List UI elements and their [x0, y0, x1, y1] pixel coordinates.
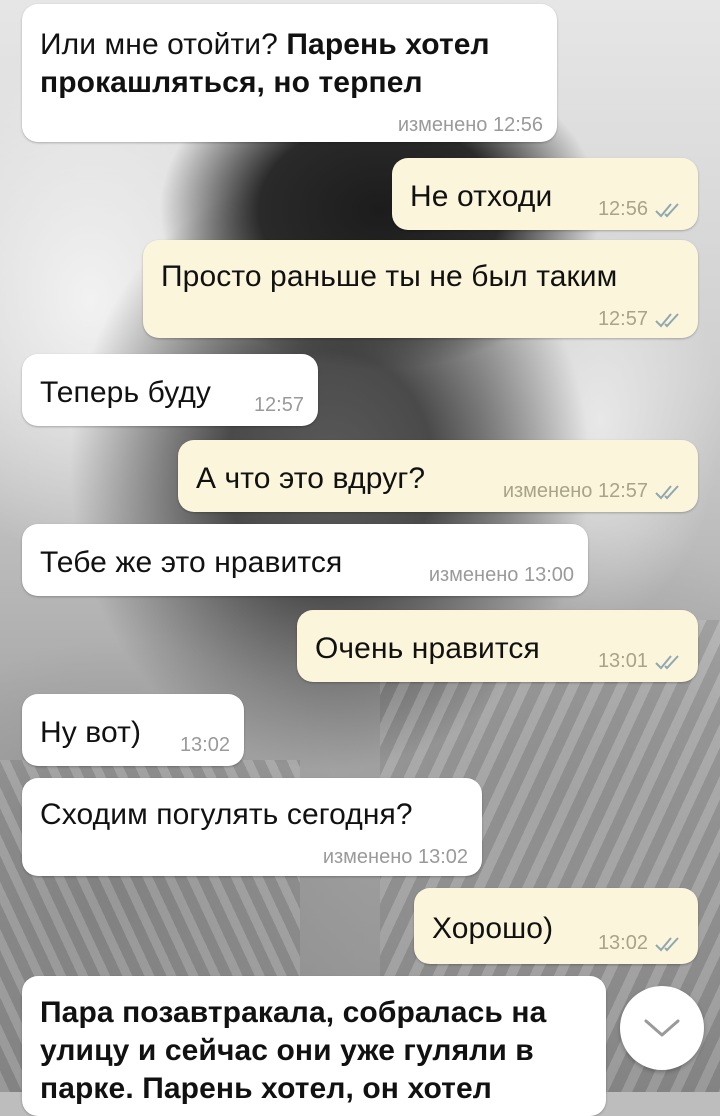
message-text: А что это вдруг? [196, 462, 426, 495]
message-meta: изменено 12:56 [398, 114, 543, 137]
message-bubble-incoming[interactable]: Теперь буду 12:57 [22, 354, 318, 426]
message-bubble-incoming[interactable]: Тебе же это нравится изменено 13:00 [22, 524, 588, 596]
scroll-to-bottom-button[interactable] [620, 986, 704, 1070]
timestamp: 13:02 [597, 932, 648, 954]
message-meta: 12:57 [254, 394, 304, 417]
message-bubble-outgoing[interactable]: Очень нравится 13:01 [297, 610, 698, 682]
message-bubble-incoming[interactable]: Или мне отойти? Парень хотел прокашлятьс… [22, 4, 557, 142]
message-text-plain: Или мне отойти? [40, 28, 287, 61]
message-text: Просто раньше ты не был таким [161, 260, 618, 293]
timestamp: 13:01 [597, 650, 648, 672]
edited-timestamp: изменено 13:00 [428, 564, 574, 586]
edited-timestamp: изменено 12:57 [502, 480, 648, 502]
message-bubble-outgoing[interactable]: Не отходи 12:56 [392, 158, 698, 230]
message-text: Пара позавтракала, собралась на улицу и … [40, 996, 547, 1105]
message-meta: изменено 13:00 [429, 564, 574, 587]
message-text: Не отходи [410, 180, 553, 213]
message-text: Ну вот) [40, 716, 142, 749]
message-meta: 13:02 [180, 734, 230, 757]
message-bubble-incoming[interactable]: Ну вот) 13:02 [22, 694, 244, 766]
message-bubble-incoming[interactable]: Сходим погулять сегодня? изменено 13:02 [22, 778, 482, 876]
message-meta: изменено 12:57 [503, 480, 684, 503]
double-check-icon [655, 936, 679, 951]
double-check-icon [655, 484, 679, 499]
message-meta: изменено 13:02 [323, 846, 468, 869]
message-text: Хорошо) [432, 912, 554, 945]
message-text: Сходим погулять сегодня? [40, 798, 413, 831]
message-bubble-outgoing[interactable]: Просто раньше ты не был таким 12:57 [143, 240, 698, 338]
message-bubble-outgoing[interactable]: А что это вдруг? изменено 12:57 [178, 440, 698, 512]
chevron-down-icon [644, 1019, 680, 1037]
double-check-icon [655, 202, 679, 217]
message-text: Очень нравится [315, 632, 540, 665]
timestamp: 13:02 [179, 734, 230, 756]
message-bubble-outgoing[interactable]: Хорошо) 13:02 [414, 888, 698, 964]
edited-timestamp: изменено 12:56 [397, 114, 543, 136]
message-text: Тебе же это нравится [40, 546, 343, 579]
message-bubble-incoming[interactable]: Пара позавтракала, собралась на улицу и … [22, 976, 606, 1116]
double-check-icon [655, 312, 679, 327]
edited-timestamp: изменено 13:02 [322, 846, 468, 868]
message-meta: 13:02 [598, 932, 684, 955]
message-meta: 12:57 [598, 308, 684, 331]
message-text: Теперь буду [40, 376, 212, 409]
timestamp: 12:57 [253, 394, 304, 416]
double-check-icon [655, 654, 679, 669]
timestamp: 12:56 [597, 198, 648, 220]
timestamp: 12:57 [597, 308, 648, 330]
message-text: Или мне отойти? Парень хотел прокашлятьс… [40, 26, 545, 102]
message-meta: 13:01 [598, 650, 684, 673]
message-meta: 12:56 [598, 198, 684, 221]
